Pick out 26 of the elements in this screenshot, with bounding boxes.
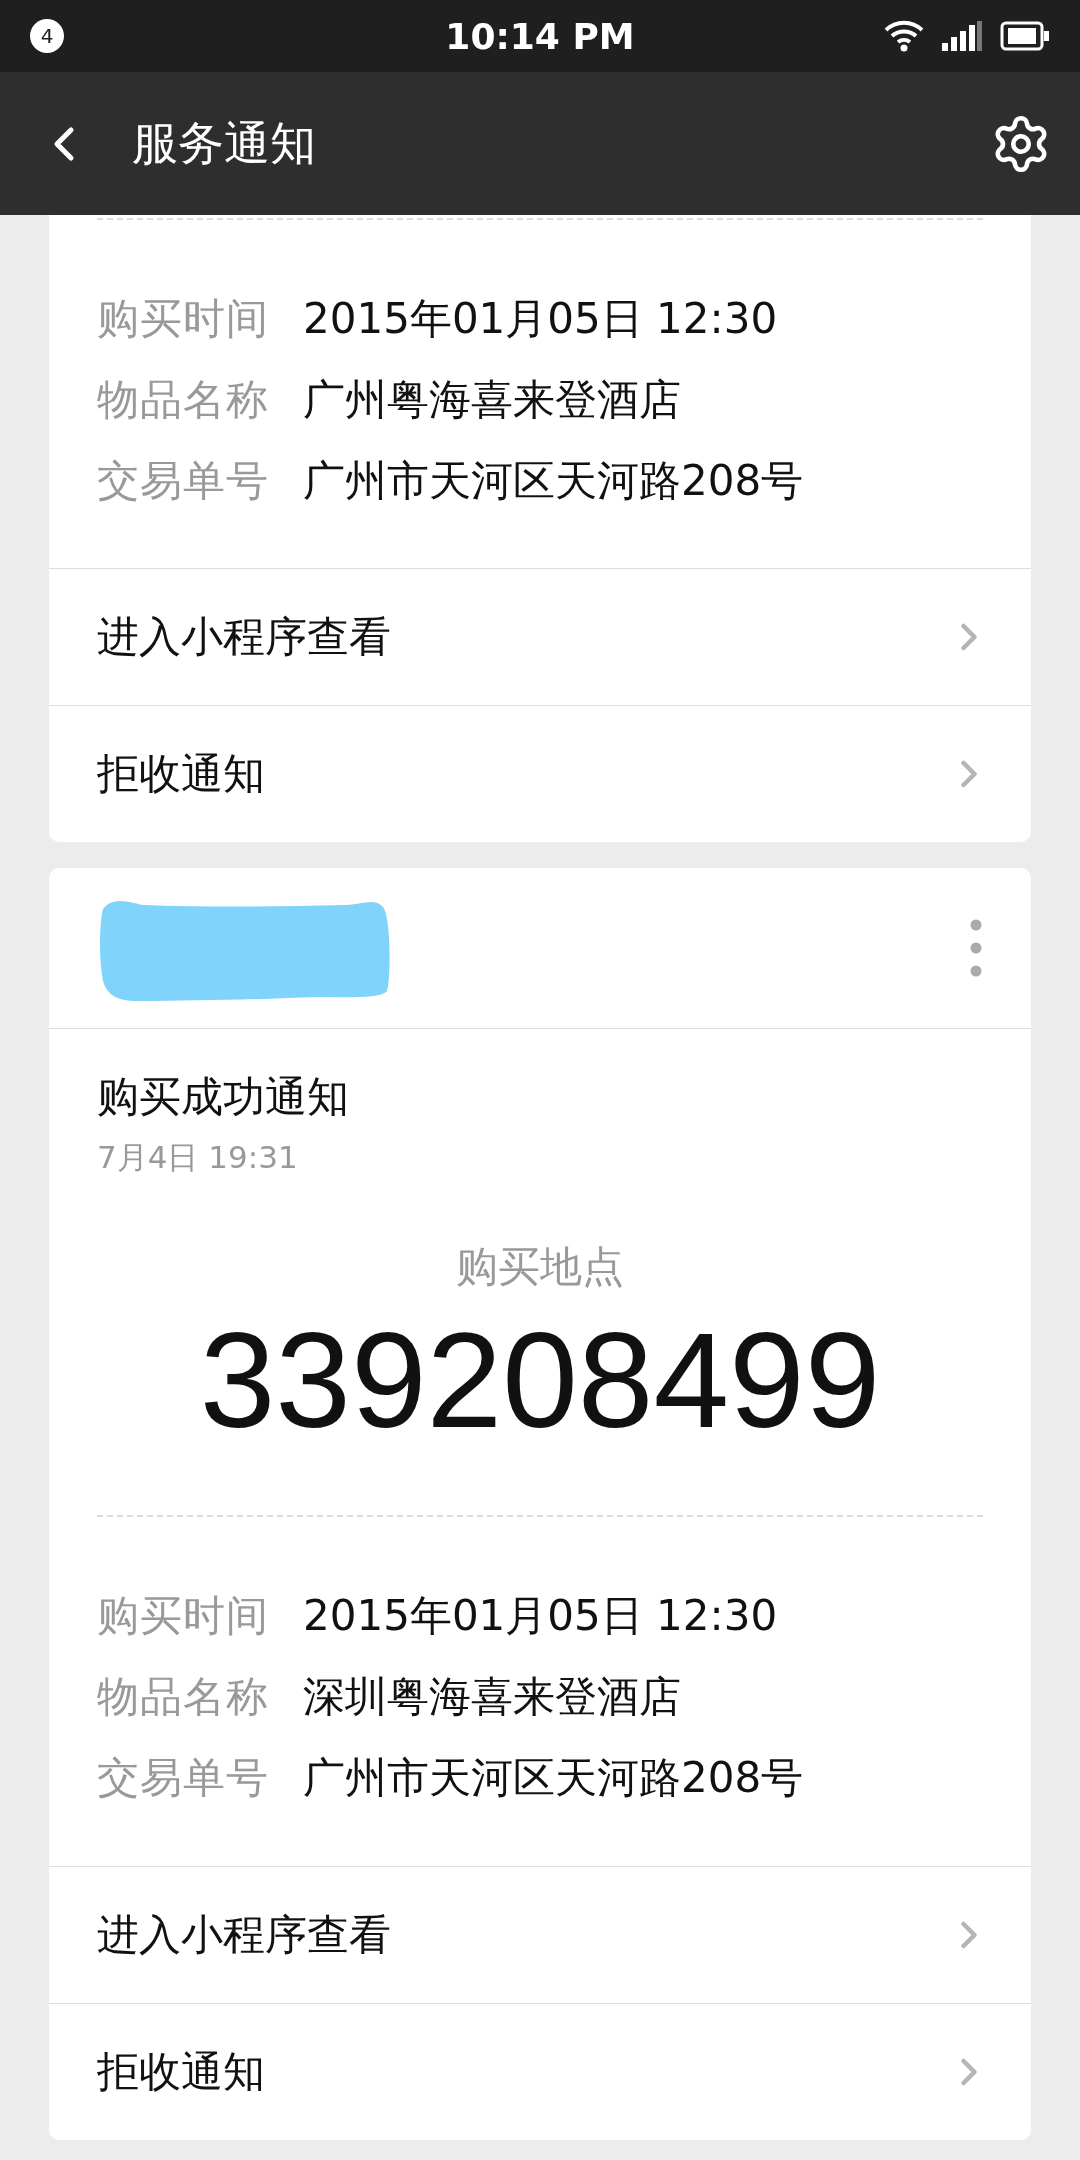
action-row[interactable]: 进入小程序查看 [49, 568, 1031, 706]
notification-date: 7月4日 19:31 [97, 1138, 299, 1178]
highlight-value: 339208499 [199, 1303, 881, 1459]
detail-value: 2015年01月05日 12:30 [303, 293, 778, 345]
action-row[interactable]: 进入小程序查看 [49, 1865, 1031, 2003]
detail-label: 交易单号 [97, 454, 269, 507]
action-row[interactable]: 拒收通知 [49, 2002, 1031, 2140]
detail-label: 交易单号 [97, 1752, 269, 1804]
highlight-label: 购买地点 [456, 1241, 624, 1294]
wifi-icon [884, 20, 924, 52]
battery-icon [1000, 21, 1050, 51]
signal-icon [942, 21, 982, 51]
detail-value: 广州市天河区天河路208号 [303, 454, 804, 507]
detail-label: 购买时间 [97, 1590, 269, 1643]
detail-label: 物品名称 [97, 373, 269, 426]
page-title: 服务通知 [132, 114, 316, 172]
detail-value: 广州市天河区天河路208号 [303, 1752, 804, 1804]
detail-value: 深圳粤海喜来登酒店 [303, 1671, 681, 1724]
status-time: 10:14 PM [445, 15, 635, 57]
detail-value: 2015年01月05日 12:30 [303, 1590, 778, 1643]
detail-label: 购买时间 [97, 293, 269, 345]
notification-title: 购买成功通知 [97, 1071, 350, 1124]
notification-badge: 4 [30, 19, 64, 53]
detail-label: 物品名称 [97, 1671, 269, 1724]
action-row[interactable]: 拒收通知 [49, 705, 1031, 843]
detail-value: 广州粤海喜来登酒店 [303, 373, 681, 426]
